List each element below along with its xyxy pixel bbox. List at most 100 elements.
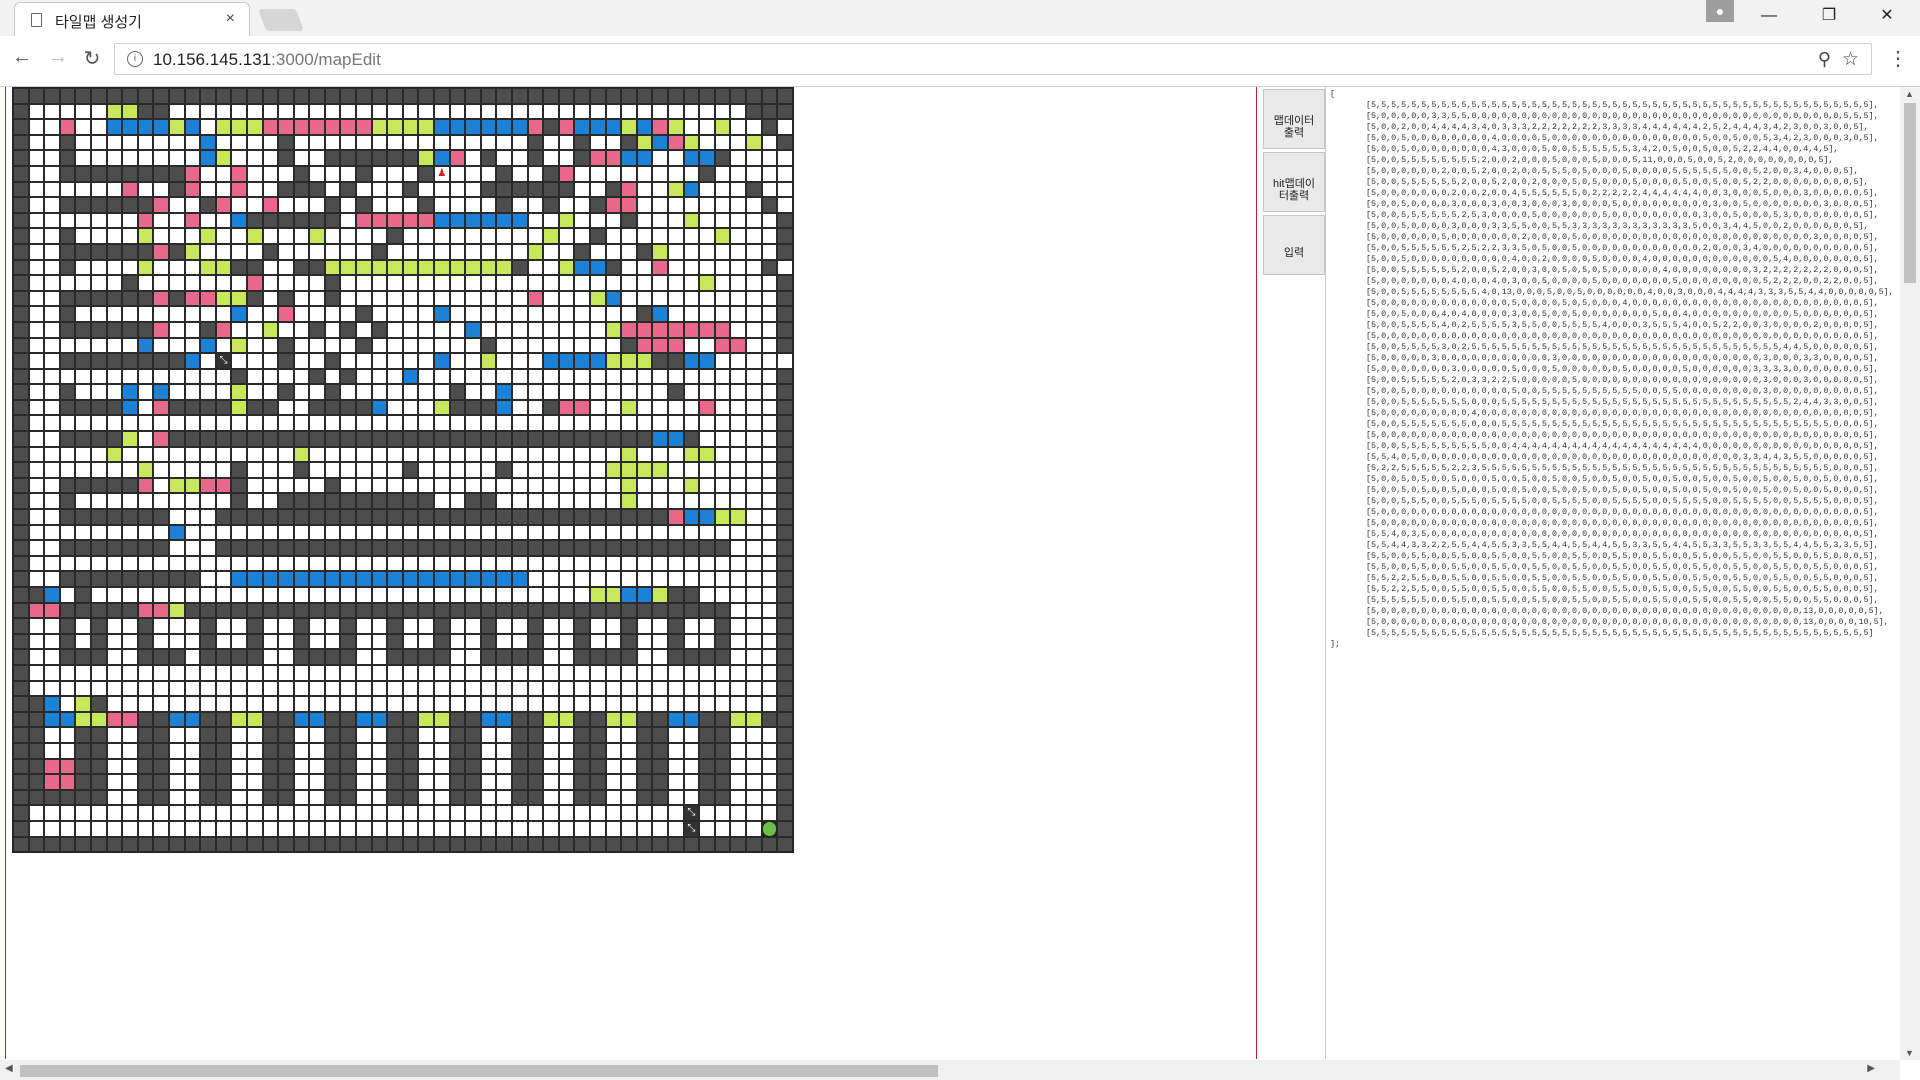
wall-tile[interactable] xyxy=(652,758,668,775)
floor-tile[interactable] xyxy=(59,212,76,229)
wall-tile[interactable] xyxy=(168,399,185,416)
wall-tile[interactable] xyxy=(59,789,76,806)
floor-tile[interactable] xyxy=(714,259,731,276)
floor-tile[interactable] xyxy=(262,649,279,665)
floor-tile[interactable] xyxy=(90,446,107,463)
floor-tile[interactable] xyxy=(44,540,60,556)
floor-tile[interactable] xyxy=(496,758,512,775)
floor-tile[interactable] xyxy=(730,103,746,120)
floor-tile[interactable] xyxy=(512,399,528,416)
floor-tile[interactable] xyxy=(122,649,138,665)
floor-tile[interactable] xyxy=(745,649,762,665)
wall-tile[interactable] xyxy=(480,88,497,104)
floor-tile[interactable] xyxy=(184,368,201,385)
floor-tile[interactable] xyxy=(449,321,466,338)
floor-tile[interactable] xyxy=(168,368,185,385)
wall-tile[interactable] xyxy=(387,742,403,759)
floor-tile[interactable] xyxy=(543,774,559,790)
wall-tile[interactable] xyxy=(387,493,403,510)
floor-tile[interactable] xyxy=(371,789,388,806)
wall-tile[interactable] xyxy=(309,259,325,276)
floor-tile[interactable] xyxy=(75,384,91,400)
pink-tile[interactable] xyxy=(558,119,575,135)
pink-tile[interactable] xyxy=(122,711,138,728)
wall-tile[interactable] xyxy=(465,742,481,759)
floor-tile[interactable] xyxy=(153,696,169,712)
wall-tile[interactable] xyxy=(184,836,201,853)
floor-tile[interactable] xyxy=(761,524,778,541)
floor-tile[interactable] xyxy=(153,680,169,697)
wall-tile[interactable] xyxy=(340,836,357,853)
floor-tile[interactable] xyxy=(699,462,715,478)
floor-tile[interactable] xyxy=(605,727,622,743)
floor-tile[interactable] xyxy=(418,696,435,712)
wall-tile[interactable] xyxy=(496,431,512,447)
floor-tile[interactable] xyxy=(371,103,388,120)
wall-tile[interactable] xyxy=(293,462,310,478)
wall-tile[interactable] xyxy=(137,290,154,307)
floor-tile[interactable] xyxy=(122,664,138,681)
wall-tile[interactable] xyxy=(153,742,169,759)
floor-tile[interactable] xyxy=(527,805,544,821)
floor-tile[interactable] xyxy=(184,275,201,291)
floor-tile[interactable] xyxy=(106,259,123,276)
floor-tile[interactable] xyxy=(652,820,668,837)
floor-tile[interactable] xyxy=(745,446,762,463)
floor-tile[interactable] xyxy=(324,633,341,650)
wall-tile[interactable] xyxy=(480,649,497,665)
wall-tile[interactable] xyxy=(543,431,559,447)
wall-tile[interactable] xyxy=(777,540,793,556)
floor-tile[interactable] xyxy=(496,664,512,681)
floor-tile[interactable] xyxy=(574,321,590,338)
wall-tile[interactable] xyxy=(465,711,481,728)
wall-tile[interactable] xyxy=(13,119,29,135)
wall-tile[interactable] xyxy=(636,711,653,728)
floor-tile[interactable] xyxy=(402,664,419,681)
floor-tile[interactable] xyxy=(371,306,388,322)
floor-tile[interactable] xyxy=(184,680,201,697)
floor-tile[interactable] xyxy=(418,399,435,416)
floor-tile[interactable] xyxy=(59,742,76,759)
wall-tile[interactable] xyxy=(667,384,684,400)
floor-tile[interactable] xyxy=(558,243,575,260)
floor-tile[interactable] xyxy=(667,477,684,494)
green-tile[interactable] xyxy=(434,711,450,728)
wall-tile[interactable] xyxy=(59,321,76,338)
floor-tile[interactable] xyxy=(621,680,637,697)
wall-tile[interactable] xyxy=(90,649,107,665)
floor-tile[interactable] xyxy=(356,664,372,681)
green-tile[interactable] xyxy=(293,446,310,463)
floor-tile[interactable] xyxy=(496,587,512,603)
wall-tile[interactable] xyxy=(137,742,154,759)
green-tile[interactable] xyxy=(621,493,637,510)
wall-tile[interactable] xyxy=(293,836,310,853)
wall-tile[interactable] xyxy=(13,618,29,634)
blue-tile[interactable] xyxy=(231,571,247,587)
green-tile[interactable] xyxy=(496,259,512,276)
wall-tile[interactable] xyxy=(59,259,76,276)
floor-tile[interactable] xyxy=(449,243,466,260)
wall-tile[interactable] xyxy=(574,618,590,634)
green-tile[interactable] xyxy=(262,321,279,338)
wall-tile[interactable] xyxy=(293,165,310,182)
floor-tile[interactable] xyxy=(558,290,575,307)
blue-tile[interactable] xyxy=(434,212,450,229)
blue-tile[interactable] xyxy=(652,306,668,322)
floor-tile[interactable] xyxy=(605,758,622,775)
floor-tile[interactable] xyxy=(200,696,216,712)
floor-tile[interactable] xyxy=(340,212,357,229)
wall-tile[interactable] xyxy=(543,88,559,104)
floor-tile[interactable] xyxy=(745,727,762,743)
floor-tile[interactable] xyxy=(200,493,216,510)
floor-tile[interactable] xyxy=(262,633,279,650)
map-data-output-panel[interactable]: [ [5,5,5,5,5,5,5,5,5,5,5,5,5,5,5,5,5,5,5… xyxy=(1325,87,1901,1059)
green-tile[interactable] xyxy=(231,290,247,307)
floor-tile[interactable] xyxy=(75,820,91,837)
floor-tile[interactable] xyxy=(558,571,575,587)
floor-tile[interactable] xyxy=(434,228,450,244)
wall-tile[interactable] xyxy=(434,649,450,665)
floor-tile[interactable] xyxy=(761,306,778,322)
wall-tile[interactable] xyxy=(59,431,76,447)
floor-tile[interactable] xyxy=(574,275,590,291)
pink-tile[interactable] xyxy=(153,197,169,213)
